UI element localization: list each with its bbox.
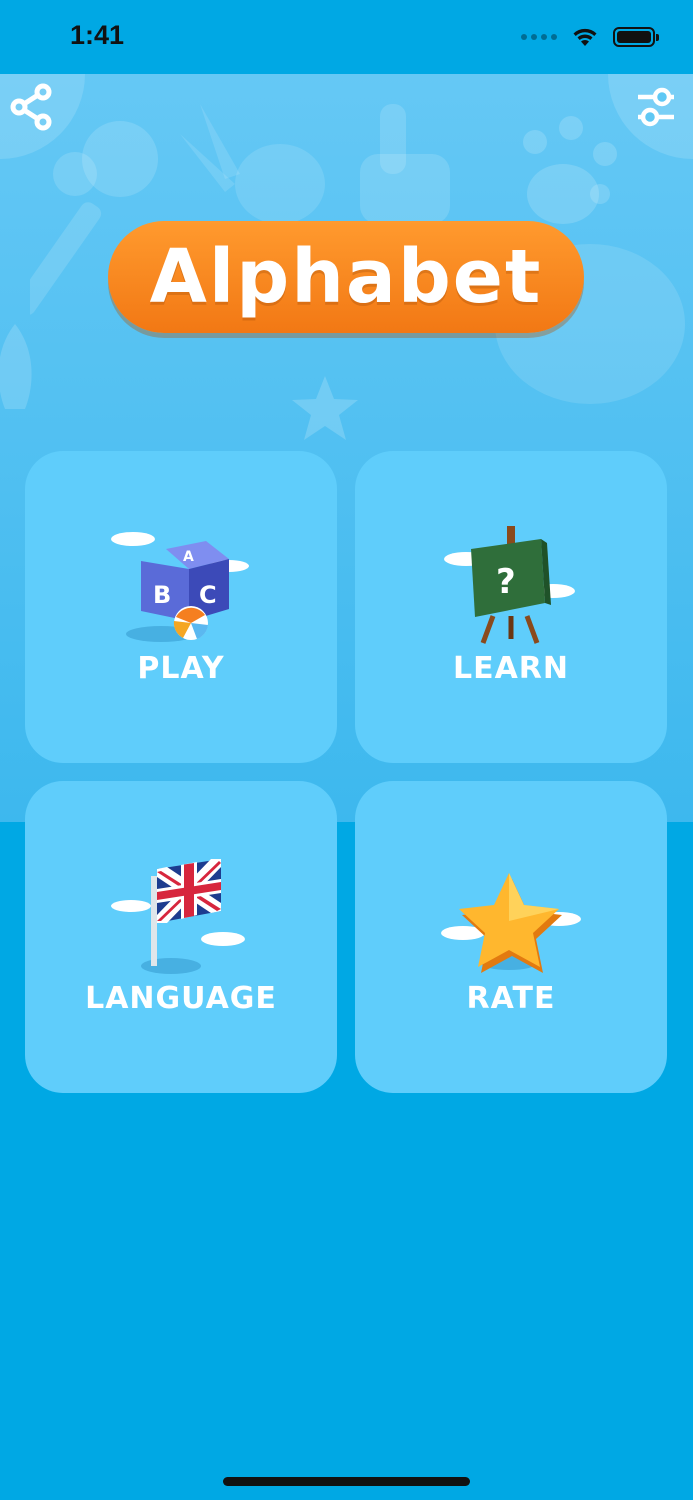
status-time: 1:41 — [70, 20, 125, 50]
app-title-banner: Alphabet — [108, 221, 584, 333]
abc-block-icon: A B C — [111, 532, 249, 642]
status-icons — [521, 26, 659, 48]
learn-label: LEARN — [452, 651, 570, 686]
cellular-signal-icon — [521, 34, 557, 40]
play-tile[interactable]: A B C PLAY — [25, 451, 337, 763]
rate-label: RATE — [466, 981, 556, 1016]
svg-text:C: C — [199, 581, 217, 609]
status-bar: 1:41 — [0, 0, 693, 74]
rate-tile[interactable]: RATE — [355, 781, 667, 1093]
play-label: PLAY — [137, 651, 225, 686]
settings-button[interactable] — [631, 82, 681, 132]
app-title: Alphabet — [149, 234, 543, 320]
thumb-decoration-icon — [360, 104, 450, 224]
battery-level — [617, 31, 651, 43]
star-icon — [441, 873, 581, 973]
battery-icon — [613, 27, 659, 47]
question-board-icon: ? — [444, 526, 575, 644]
svg-text:B: B — [153, 581, 171, 609]
home-indicator[interactable] — [223, 1477, 470, 1486]
sliders-icon — [638, 87, 674, 127]
language-tile[interactable]: LANGUAGE — [25, 781, 337, 1093]
rocket-decoration-icon — [0, 324, 32, 409]
wifi-icon — [573, 28, 597, 46]
language-label: LANGUAGE — [85, 981, 277, 1016]
svg-text:A: A — [183, 549, 194, 565]
learn-tile[interactable]: ? LEARN — [355, 451, 667, 763]
app-screen: 1:41 Alphabet A B C PLAY ? LEARN LANGUAG… — [0, 0, 693, 1500]
share-icon — [10, 83, 52, 131]
uk-flag-icon — [111, 859, 245, 974]
share-button[interactable] — [6, 82, 56, 132]
svg-text:?: ? — [496, 562, 516, 602]
star-decoration-icon — [292, 376, 358, 440]
